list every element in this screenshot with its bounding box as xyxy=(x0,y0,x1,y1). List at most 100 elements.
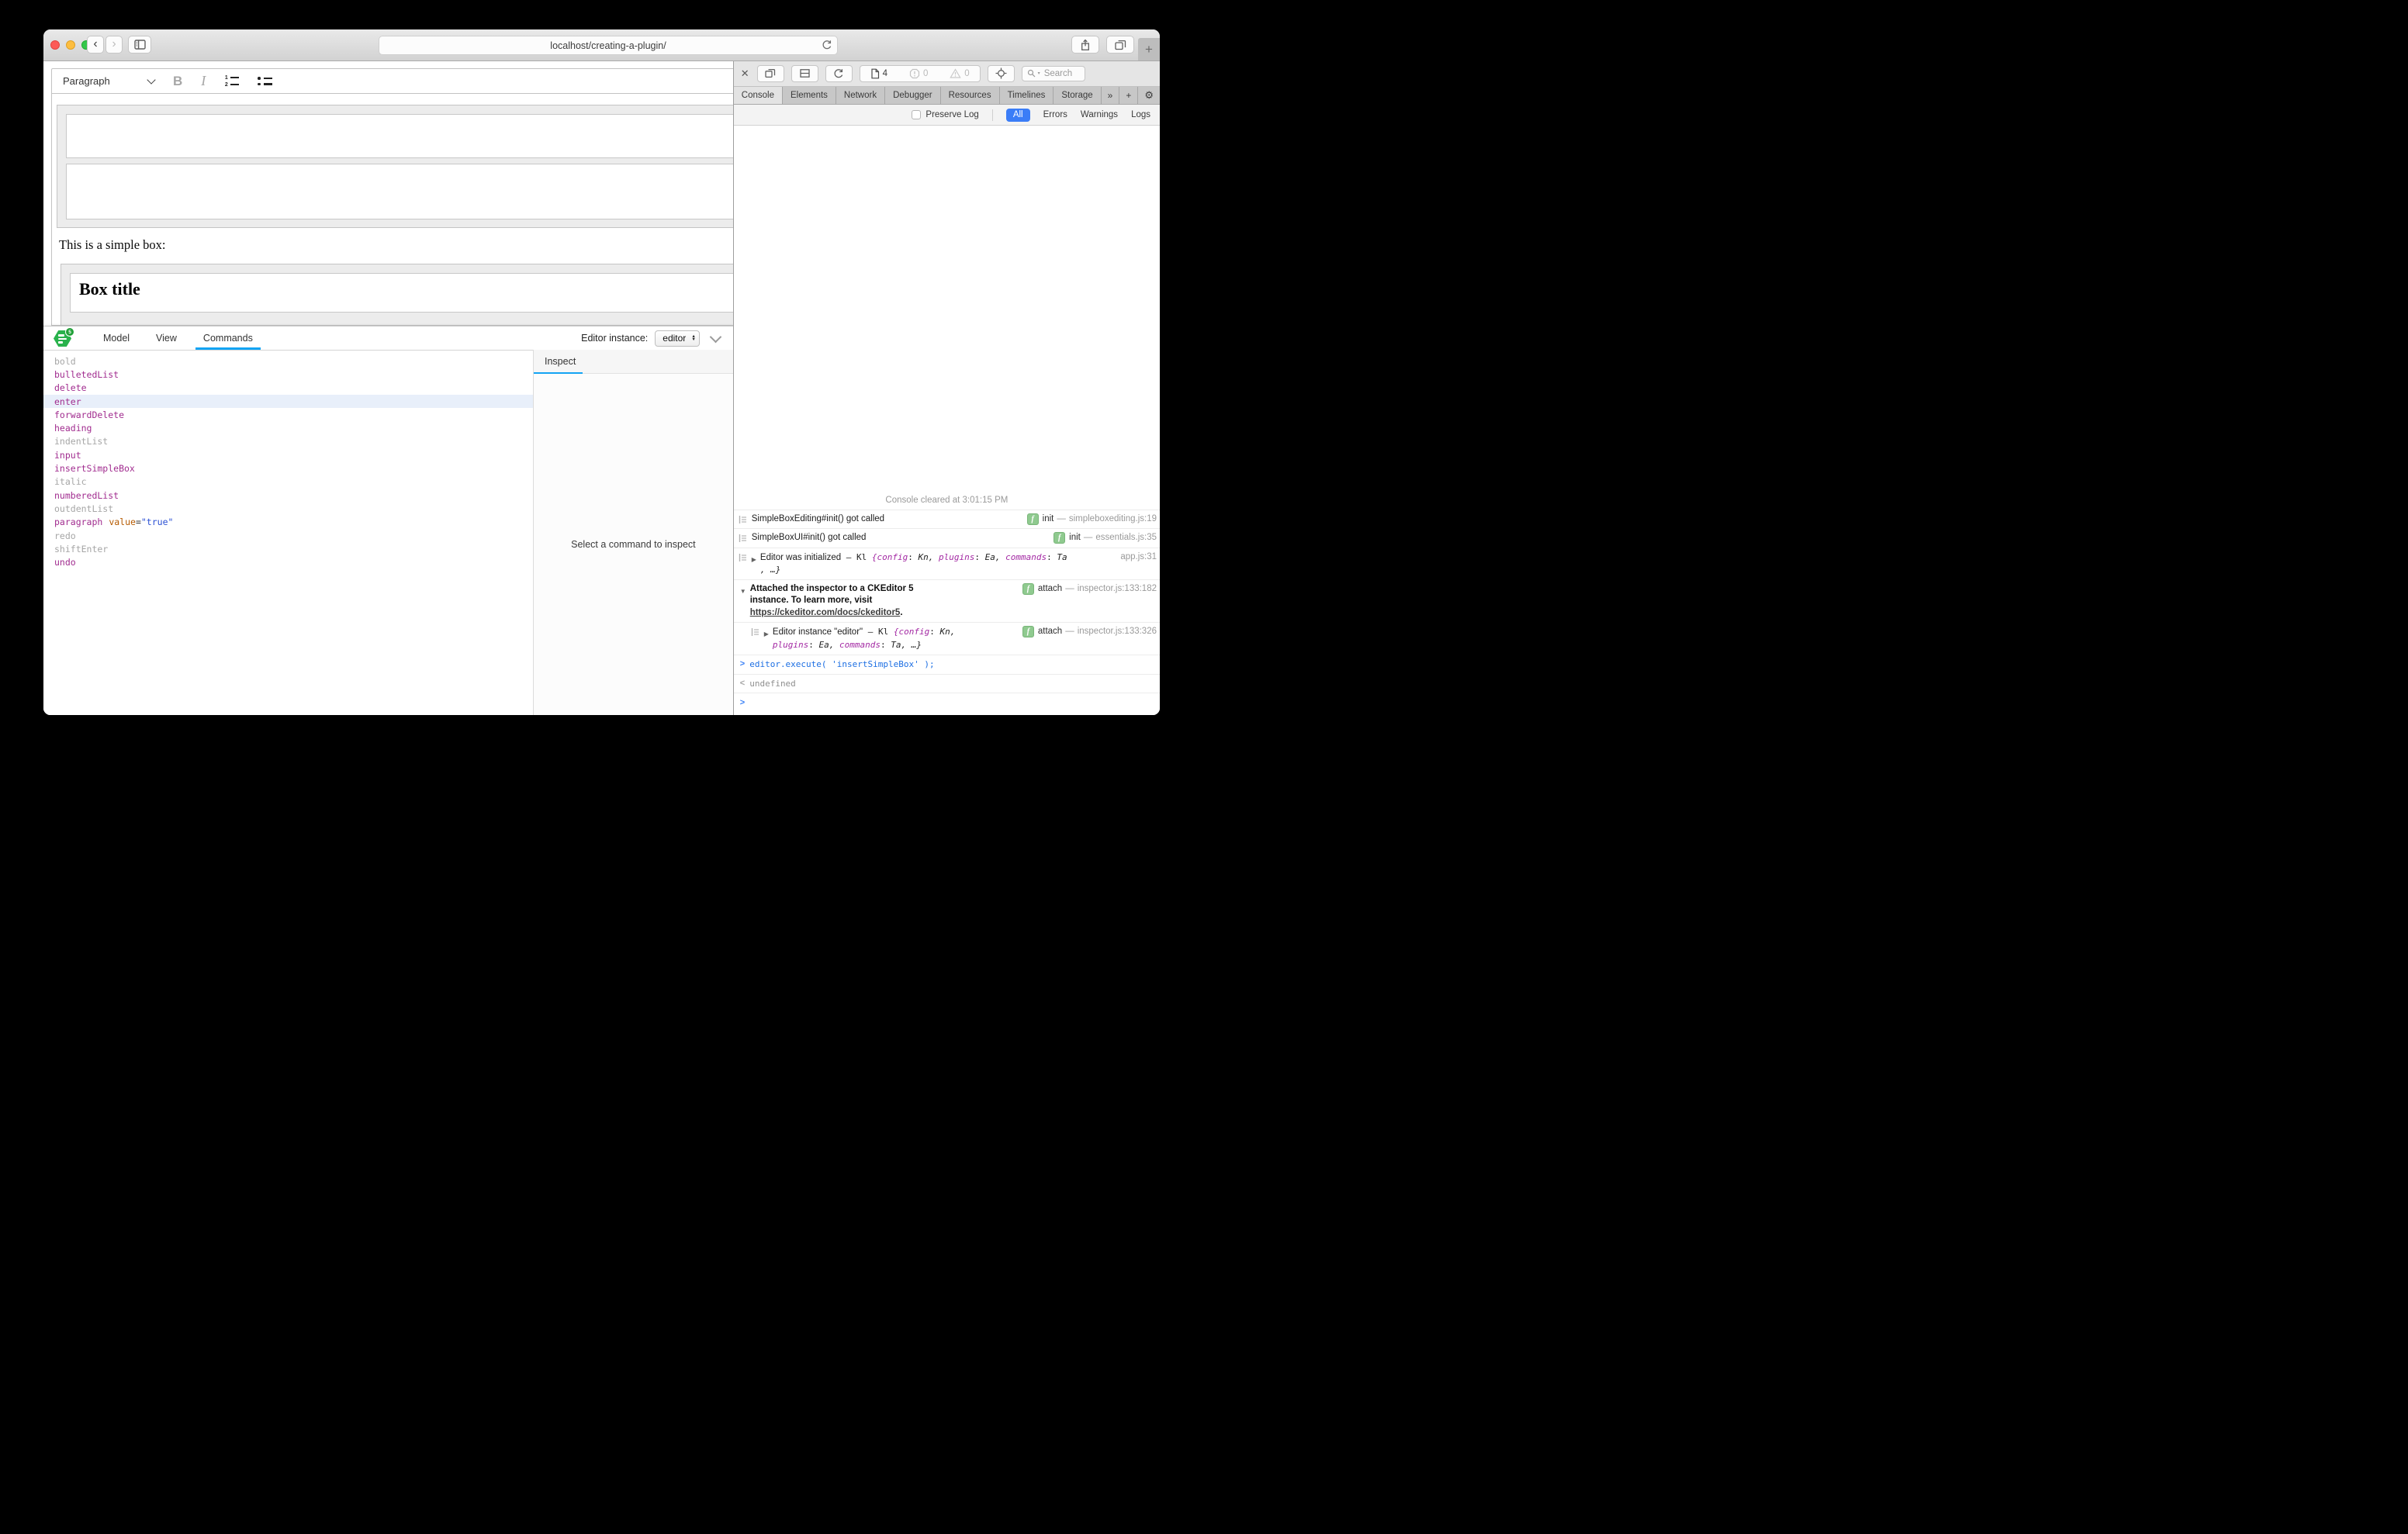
tab-storage[interactable]: Storage xyxy=(1054,87,1101,104)
console-output[interactable]: Console cleared at 3:01:15 PM SimpleBoxE… xyxy=(734,126,1160,715)
bold-button[interactable]: B xyxy=(173,74,182,89)
disclosure-closed-icon[interactable]: ▶ xyxy=(764,628,769,641)
source-location-link[interactable]: essentials.js:35 xyxy=(1095,532,1157,544)
tab-console[interactable]: Console xyxy=(734,87,783,104)
command-item-forwarddelete[interactable]: forwardDelete xyxy=(43,408,533,421)
simple-box-description-field[interactable] xyxy=(66,164,746,219)
command-item-enter[interactable]: enter xyxy=(43,395,533,408)
safari-window: ‹ › localhost/creating-a-plugin/ xyxy=(43,29,1160,715)
ckeditor-docs-link[interactable]: https://ckeditor.com/docs/ckeditor5 xyxy=(750,608,901,617)
tab-timelines[interactable]: Timelines xyxy=(1000,87,1054,104)
command-item-delete[interactable]: delete xyxy=(43,382,533,395)
paragraph-dropdown-label: Paragraph xyxy=(63,75,110,87)
simple-box-title-field[interactable] xyxy=(66,114,746,158)
filter-logs-button[interactable]: Logs xyxy=(1131,110,1150,119)
close-window-button[interactable] xyxy=(50,40,60,50)
reload-button[interactable] xyxy=(822,40,832,50)
tab-overflow-button[interactable]: » xyxy=(1102,87,1120,104)
sidebar-icon xyxy=(134,40,146,50)
box-title-text[interactable]: Box title xyxy=(79,279,741,299)
editor-content[interactable]: This is a simple box: Box title xyxy=(51,94,760,326)
command-item-shiftenter[interactable]: shiftEnter xyxy=(43,542,533,555)
dock-side-button[interactable] xyxy=(791,65,818,82)
filter-all-button[interactable]: All xyxy=(1006,109,1030,122)
console-message: SimpleBoxEditing#init() got called f ini… xyxy=(734,510,1160,529)
forward-button[interactable]: › xyxy=(106,36,123,54)
filter-warnings-button[interactable]: Warnings xyxy=(1081,110,1118,119)
command-item-input[interactable]: input xyxy=(43,448,533,461)
ckeditor-logo-icon: 5 xyxy=(54,329,74,347)
chevron-down-icon xyxy=(147,75,155,84)
tab-network[interactable]: Network xyxy=(836,87,885,104)
function-badge: f xyxy=(1022,626,1034,637)
numbered-list-button[interactable]: 1 2 xyxy=(224,76,239,87)
devtools-search-field[interactable]: ▾ Search xyxy=(1022,66,1085,81)
close-inspector-button[interactable]: ✕ xyxy=(741,67,749,80)
bulleted-list-icon xyxy=(258,77,272,85)
inspect-tab-strip: Inspect xyxy=(534,350,733,374)
command-item-paragraph[interactable]: paragraph value = "true" xyxy=(43,516,533,529)
preserve-log-control[interactable]: Preserve Log xyxy=(912,110,978,119)
inspector-header: 5 Model View Commands Editor instance: e… xyxy=(43,326,733,351)
numbered-list-icon: 1 2 xyxy=(224,76,239,87)
command-item-italic[interactable]: italic xyxy=(43,475,533,489)
simple-box-widget[interactable] xyxy=(57,105,755,228)
command-item-numberedlist[interactable]: numberedList xyxy=(43,489,533,502)
tab-commands[interactable]: Commands xyxy=(190,326,266,350)
web-page: Paragraph B I 1 2 xyxy=(43,60,733,715)
paragraph-dropdown[interactable]: Paragraph xyxy=(63,75,154,87)
command-item-indentlist[interactable]: indentList xyxy=(43,435,533,448)
console-filter-bar: Preserve Log All Errors Warnings Logs xyxy=(734,105,1160,126)
search-placeholder: Search xyxy=(1044,69,1072,78)
preserve-log-checkbox[interactable] xyxy=(912,110,921,119)
simple-box-widget[interactable]: Box title xyxy=(61,264,751,326)
element-picker-button[interactable] xyxy=(988,65,1015,82)
detach-inspector-button[interactable] xyxy=(757,65,784,82)
sidebar-button[interactable] xyxy=(128,36,151,54)
editor-paragraph[interactable]: This is a simple box: xyxy=(59,237,759,253)
reload-page-button[interactable] xyxy=(825,65,853,82)
back-button[interactable]: ‹ xyxy=(87,36,104,54)
command-item-redo[interactable]: redo xyxy=(43,529,533,542)
error-count[interactable]: 0 xyxy=(909,68,928,79)
inspect-empty-message: Select a command to inspect xyxy=(534,374,733,715)
disclosure-closed-icon[interactable]: ▶ xyxy=(752,554,756,566)
tab-debugger[interactable]: Debugger xyxy=(885,87,941,104)
resource-count[interactable]: 4 xyxy=(870,68,887,79)
source-location-link[interactable]: inspector.js:133:182 xyxy=(1078,583,1157,596)
collapse-inspector-icon[interactable] xyxy=(709,331,721,344)
source-location-link[interactable]: simpleboxediting.js:19 xyxy=(1069,513,1157,526)
tab-inspect[interactable]: Inspect xyxy=(534,356,576,367)
command-item-bulletedlist[interactable]: bulletedList xyxy=(43,368,533,381)
tab-model[interactable]: Model xyxy=(90,326,143,350)
simple-box-title-field[interactable]: Box title xyxy=(70,273,742,313)
devtools-settings-button[interactable]: ⚙ xyxy=(1138,87,1160,104)
italic-button[interactable]: I xyxy=(201,73,206,89)
prompt-icon: > xyxy=(740,658,745,671)
tab-overview-button[interactable] xyxy=(1106,36,1134,54)
tab-elements[interactable]: Elements xyxy=(783,87,836,104)
warning-count[interactable]: 0 xyxy=(950,68,969,78)
command-item-outdentlist[interactable]: outdentList xyxy=(43,502,533,515)
bulleted-list-button[interactable] xyxy=(258,77,272,85)
source-location-link[interactable]: app.js:31 xyxy=(1120,551,1157,564)
console-prompt[interactable]: > xyxy=(734,693,1160,715)
tab-resources[interactable]: Resources xyxy=(941,87,1000,104)
address-bar[interactable]: localhost/creating-a-plugin/ xyxy=(379,36,838,55)
source-location-link[interactable]: inspector.js:133:326 xyxy=(1078,626,1157,638)
detach-icon xyxy=(765,68,776,78)
tab-view[interactable]: View xyxy=(143,326,190,350)
minimize-window-button[interactable] xyxy=(66,40,75,50)
command-item-insertsimplebox[interactable]: insertSimpleBox xyxy=(43,461,533,475)
command-item-heading[interactable]: heading xyxy=(43,421,533,434)
new-tab-button[interactable]: + xyxy=(1138,38,1160,60)
editor-instance-select[interactable]: editor ▲▼ xyxy=(655,330,699,347)
command-item-undo[interactable]: undo xyxy=(43,555,533,568)
share-button[interactable] xyxy=(1071,36,1099,54)
resource-status-group[interactable]: 4 0 0 xyxy=(860,65,981,82)
result-icon: < xyxy=(740,678,745,690)
disclosure-open-icon[interactable]: ▼ xyxy=(740,586,746,598)
command-item-bold[interactable]: bold xyxy=(43,354,533,368)
add-tab-button[interactable]: + xyxy=(1119,87,1138,104)
filter-errors-button[interactable]: Errors xyxy=(1043,110,1067,119)
